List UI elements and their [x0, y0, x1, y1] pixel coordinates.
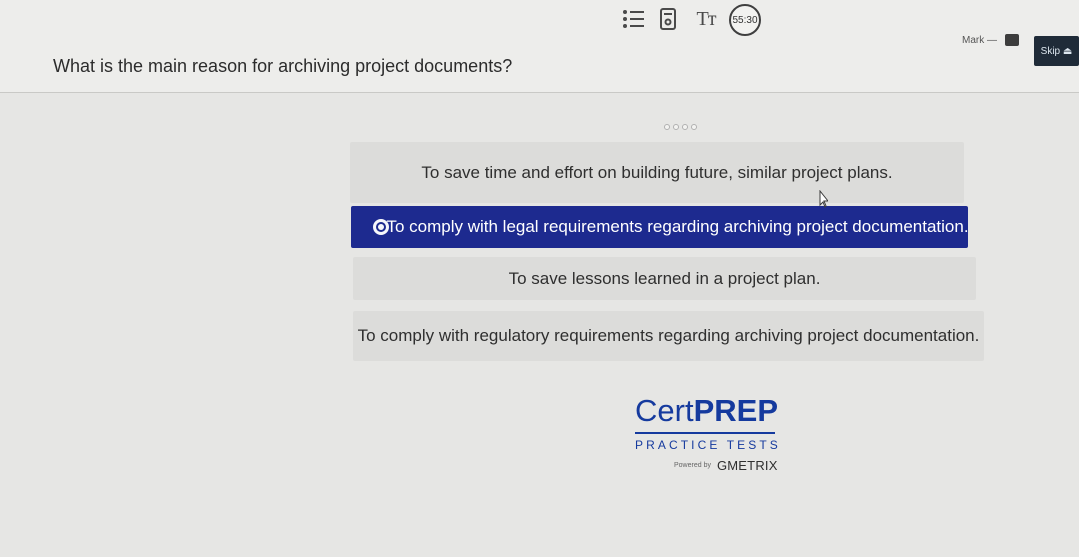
logo-subtitle: PRACTICE TESTS — [635, 438, 781, 452]
powered-prefix: Powered by — [674, 462, 711, 469]
answer-option-4[interactable]: To comply with regulatory requirements r… — [353, 311, 984, 361]
text-size-icon[interactable]: Tт — [690, 2, 722, 36]
calculator-icon[interactable] — [655, 2, 681, 36]
progress-dot — [673, 124, 679, 130]
skip-button[interactable]: Skip ⏏ — [1034, 36, 1079, 66]
logo-main-thin: Cert — [635, 393, 694, 428]
question-text: What is the main reason for archiving pr… — [53, 56, 513, 76]
mark-label: Mark — — [962, 34, 997, 46]
toolbar: Tт 55:30 — [612, 2, 782, 40]
answer-option-2[interactable]: To comply with legal requirements regard… — [351, 206, 969, 248]
answer-option-1[interactable]: To save time and effort on building futu… — [350, 142, 964, 203]
logo-divider — [635, 432, 775, 434]
text-size-label: Tт — [696, 7, 717, 30]
answer-option-label: To comply with regulatory requirements r… — [357, 326, 980, 345]
powered-by: Powered by GMETRIX — [674, 458, 778, 473]
answer-option-3[interactable]: To save lessons learned in a project pla… — [353, 257, 976, 300]
top-strip — [0, 0, 1079, 93]
radio-dot — [378, 224, 384, 230]
selected-radio-icon — [373, 219, 389, 235]
mark-for-review[interactable]: Mark — — [962, 34, 1019, 46]
list-icon[interactable] — [620, 2, 648, 36]
logo-main: CertPREP — [635, 395, 785, 426]
progress-dot — [691, 124, 697, 130]
mark-checkbox[interactable] — [1005, 34, 1019, 46]
answer-option-label: To save time and effort on building futu… — [421, 162, 893, 182]
logo-main-bold: PREP — [693, 393, 778, 428]
progress-dots — [664, 124, 697, 130]
timer: 55:30 — [729, 4, 761, 36]
timer-label: 55:30 — [732, 14, 758, 26]
progress-dot — [664, 124, 670, 130]
mouse-cursor-icon — [818, 189, 830, 208]
gmetrix-logo: GMETRIX — [716, 458, 778, 473]
answer-option-label: To save lessons learned in a project pla… — [508, 268, 821, 288]
progress-dot — [682, 124, 688, 130]
skip-label: Skip ⏏ — [1040, 45, 1073, 57]
answer-option-label: To comply with legal requirements regard… — [386, 217, 969, 236]
certprep-logo: CertPREP PRACTICE TESTS — [635, 395, 785, 465]
